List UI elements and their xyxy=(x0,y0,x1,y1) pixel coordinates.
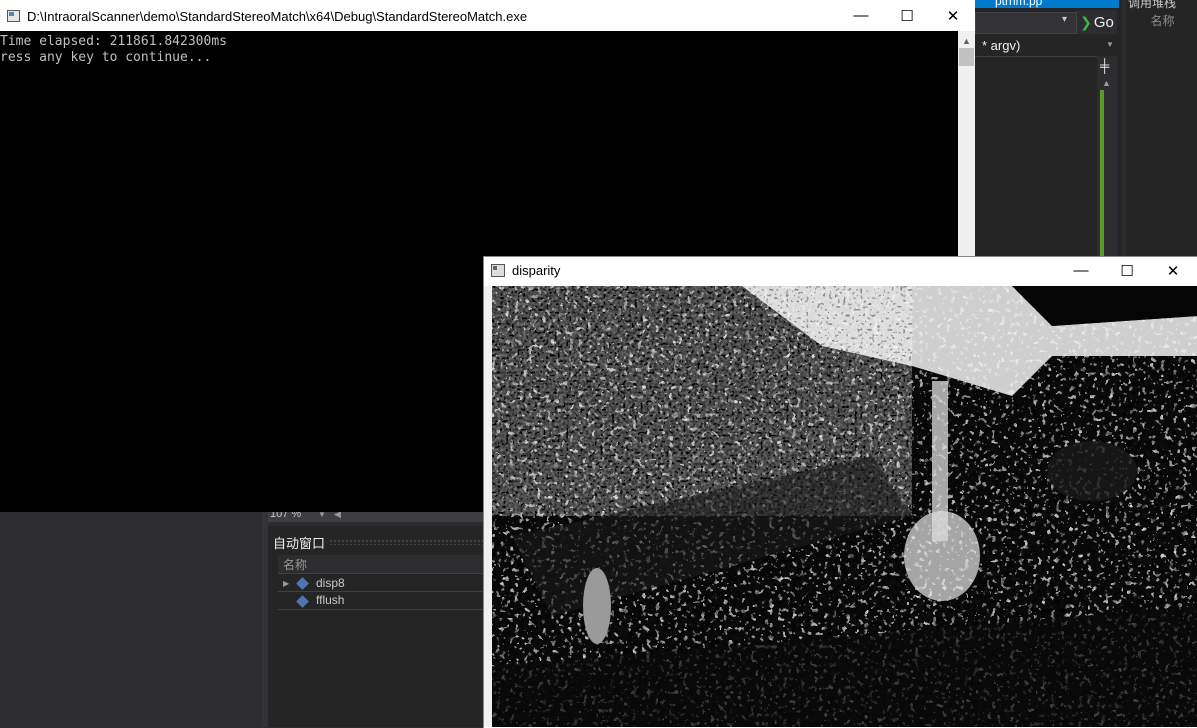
panel-splitter[interactable] xyxy=(1122,0,1126,260)
go-icon: ❯ xyxy=(1080,13,1092,30)
close-button[interactable]: ✕ xyxy=(1150,256,1196,285)
console-line: ress any key to continue... xyxy=(0,50,212,65)
disparity-lamp xyxy=(1047,441,1137,501)
disparity-vase xyxy=(583,568,611,644)
editor-tab[interactable]: ptrhm.pp xyxy=(995,0,1042,8)
scroll-up-icon[interactable]: ▲ xyxy=(962,36,971,46)
autos-window-title: 自动窗口 xyxy=(273,536,326,551)
disparity-map-image xyxy=(492,286,1197,727)
disparity-window-frame xyxy=(484,286,492,727)
maximize-button[interactable]: ☐ xyxy=(884,0,930,31)
minimize-button[interactable]: — xyxy=(1058,256,1104,285)
panel-drag-grip[interactable] xyxy=(329,539,483,545)
disparity-guitar-neck xyxy=(932,381,948,541)
close-button[interactable]: ✕ xyxy=(930,0,976,31)
go-button[interactable]: ❯ Go xyxy=(1077,10,1117,34)
scroll-up-icon[interactable]: ▲ xyxy=(1102,78,1111,88)
ide-lower-left-panel xyxy=(0,512,262,727)
console-line: Time elapsed: 211861.842300ms xyxy=(0,34,227,49)
go-label: Go xyxy=(1093,13,1114,31)
variable-name: fflush xyxy=(316,593,345,607)
split-icon[interactable]: ╪ xyxy=(1100,58,1109,73)
autos-column-header xyxy=(278,555,483,574)
call-stack-name-header: 名称 xyxy=(1150,14,1175,28)
chevron-down-icon[interactable]: ▾ xyxy=(1062,14,1067,25)
autos-name-header[interactable]: 名称 xyxy=(283,556,307,573)
member-dropdown-value: * argv) xyxy=(982,38,1021,53)
maximize-button[interactable]: ☐ xyxy=(1104,256,1150,285)
expand-arrow-icon[interactable]: ▶ xyxy=(283,579,289,588)
variable-name: disp8 xyxy=(316,576,345,590)
change-tracking-bar xyxy=(1100,90,1104,260)
console-window-title: D:\IntraoralScanner\demo\StandardStereoM… xyxy=(27,9,528,24)
console-app-icon-detail xyxy=(9,12,14,16)
disparity-app-icon-detail xyxy=(493,266,497,270)
scrollbar-thumb[interactable] xyxy=(959,48,974,66)
chevron-down-icon[interactable]: ▼ xyxy=(1106,40,1114,49)
disparity-window-title: disparity xyxy=(512,263,561,278)
minimize-button[interactable]: — xyxy=(838,0,884,31)
call-stack-tab[interactable]: 调用堆栈 xyxy=(1128,0,1176,11)
